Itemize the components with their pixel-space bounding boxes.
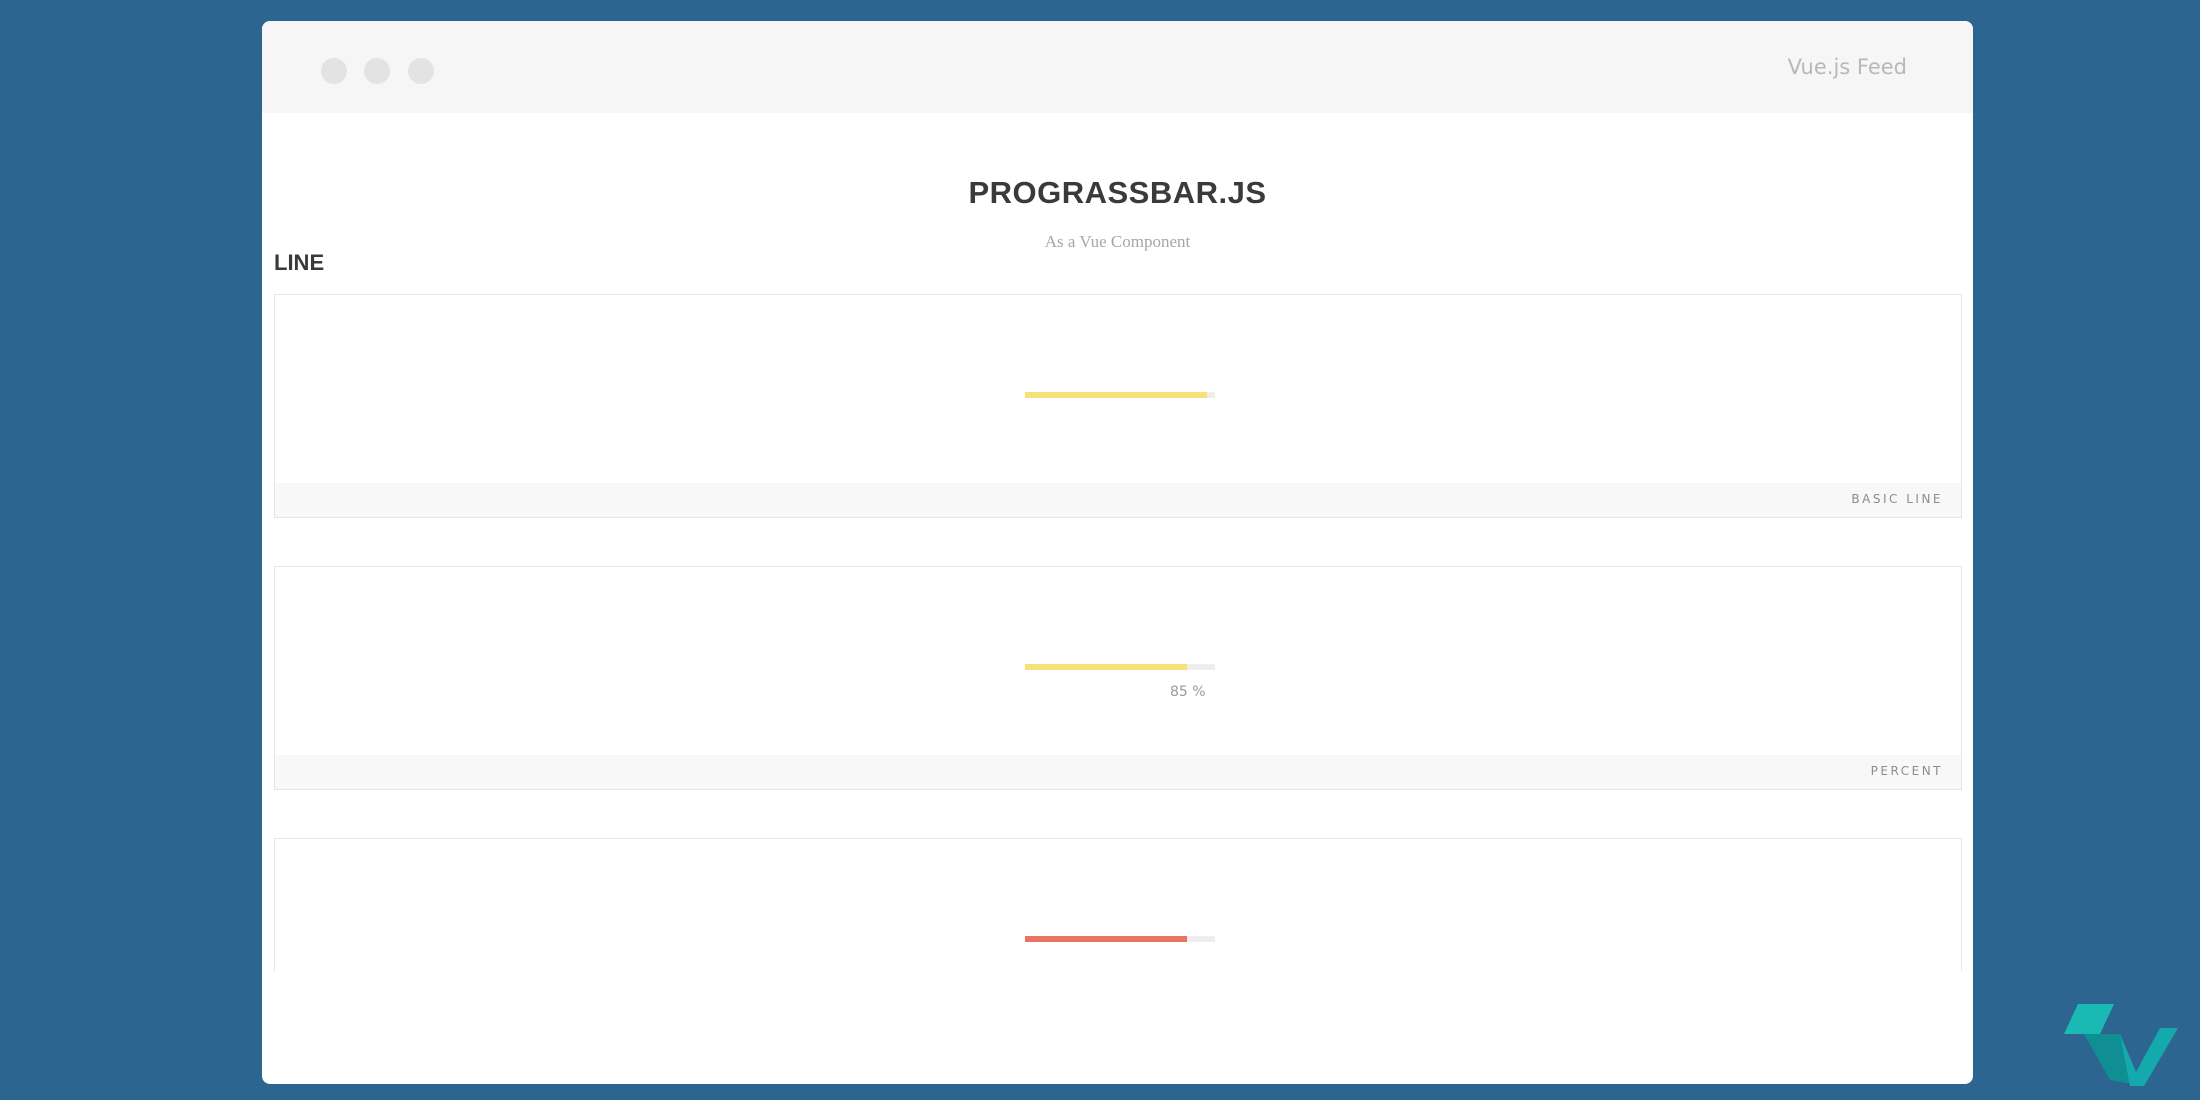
vue-logo-icon [2064, 1004, 2178, 1086]
progress-fill [1025, 392, 1208, 398]
progress-track [1025, 936, 1215, 942]
window-titlebar: Vue.js Feed [262, 21, 1973, 113]
card-footer: BASIC LINE [275, 483, 1961, 517]
window-close-dot-icon[interactable] [321, 58, 347, 84]
card-label: BASIC LINE [1851, 492, 1943, 506]
section-heading-line: LINE [274, 250, 325, 275]
progress-fill [1025, 936, 1187, 942]
progress-card-basic-line: BASIC LINE [274, 294, 1962, 518]
window-maximize-dot-icon[interactable] [408, 58, 434, 84]
page-subtitle: As a Vue Component [1044, 232, 1191, 251]
window-title: Vue.js Feed [1787, 55, 1907, 79]
progress-track [1025, 392, 1215, 398]
progress-percent-text: 85 % [1170, 684, 1206, 700]
page-title: PROGRASSBAR.JS [968, 175, 1267, 210]
browser-window: Vue.js Feed PROGRASSBAR.JS As a Vue Comp… [262, 21, 1973, 1084]
progress-card-percent: 85 % PERCENT [274, 566, 1962, 790]
progress-track [1025, 664, 1215, 670]
progress-card-color [274, 838, 1962, 971]
card-label: PERCENT [1870, 764, 1943, 778]
progress-fill [1025, 664, 1187, 670]
page-content[interactable]: PROGRASSBAR.JS As a Vue Component LINE B… [262, 113, 1973, 971]
card-footer: PERCENT [275, 755, 1961, 789]
window-minimize-dot-icon[interactable] [364, 58, 390, 84]
